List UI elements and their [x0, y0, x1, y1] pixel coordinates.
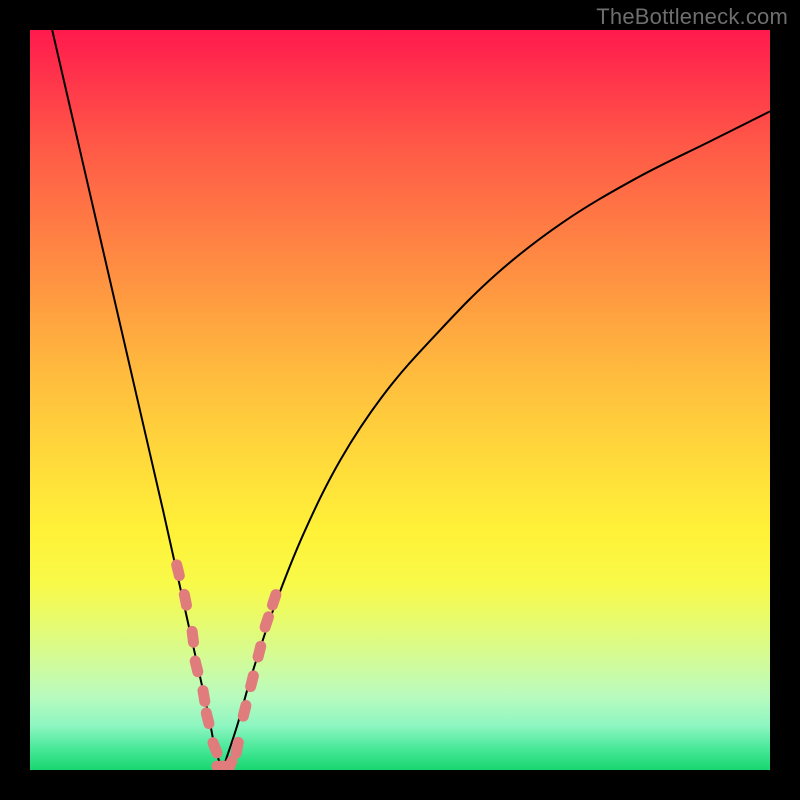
frame: TheBottleneck.com: [0, 0, 800, 800]
chart-svg: [30, 30, 770, 770]
highlight-marker: [200, 706, 216, 730]
highlight-marker: [197, 684, 211, 708]
highlight-marker: [258, 610, 275, 634]
highlight-marker: [266, 588, 283, 612]
watermark-text: TheBottleneck.com: [596, 4, 788, 30]
highlight-marker: [170, 558, 186, 582]
marker-group: [170, 558, 283, 770]
highlight-marker: [237, 699, 253, 723]
plot-area: [30, 30, 770, 770]
highlight-marker: [178, 588, 193, 612]
highlight-marker: [251, 640, 267, 664]
highlight-marker: [244, 669, 260, 693]
curve-group: [52, 30, 770, 770]
highlight-marker: [206, 736, 224, 761]
highlight-marker: [188, 654, 204, 678]
right-branch-curve: [222, 111, 770, 770]
highlight-marker: [186, 625, 200, 648]
